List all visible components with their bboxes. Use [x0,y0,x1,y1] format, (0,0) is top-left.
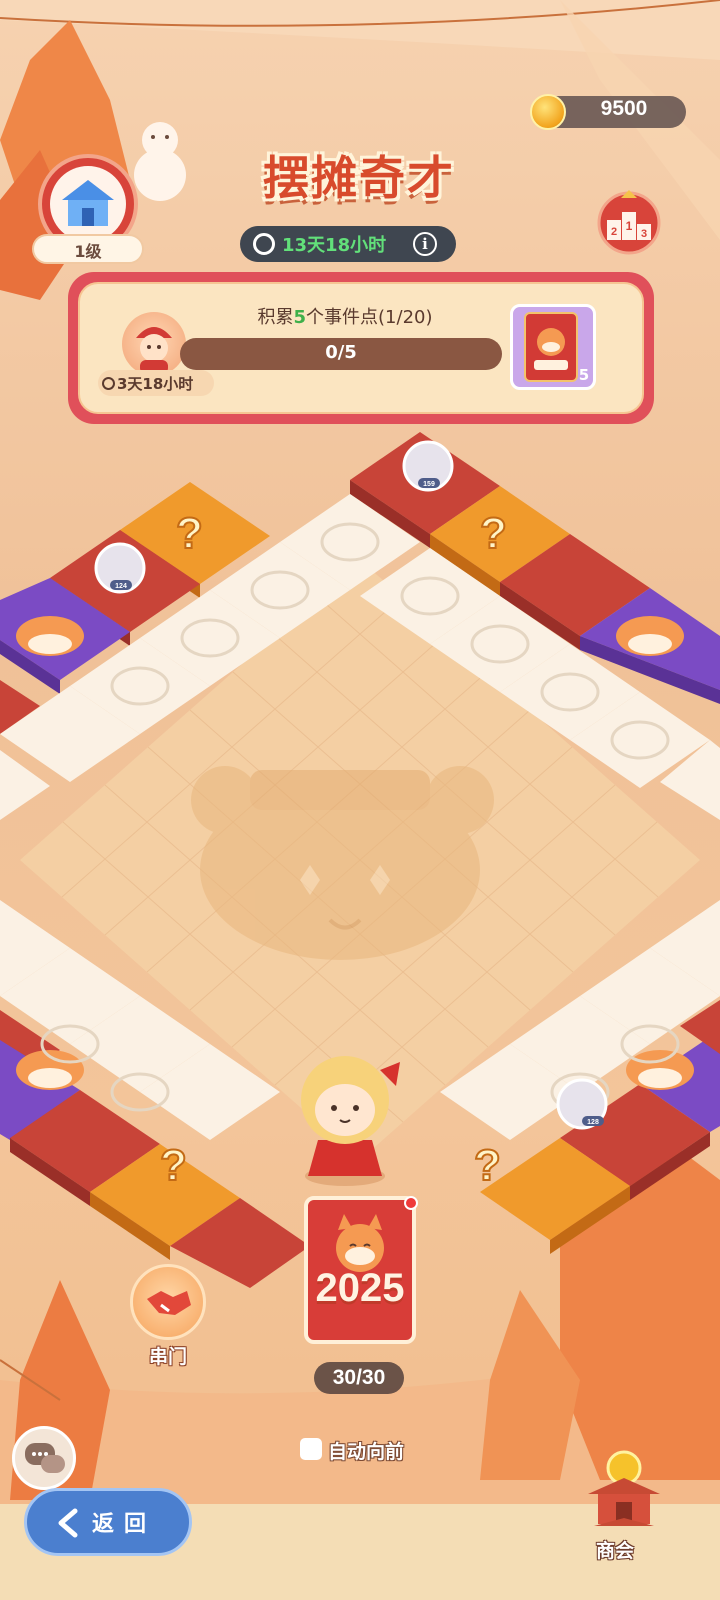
podium-badge-icon[interactable]: 2 1 3 [594,186,664,256]
auto-advance-label[interactable]: 自动向前 [328,1437,404,1464]
rank-place-2: 2 [611,226,617,238]
player-marker-1[interactable]: 159 [402,440,454,492]
level-label: 1级 [74,242,102,261]
deck-count: 30/30 [332,1366,386,1389]
game-scene: ? ? ? ? 159 124 128 9500 摆摊奇才 13天18小时 i … [0,0,720,1600]
player-marker-3[interactable]: 128 [556,1078,608,1130]
svg-text:?: ? [474,1141,501,1190]
player-marker-count: 124 [115,583,127,590]
svg-text:?: ? [160,1141,187,1190]
rank-place-1: 1 [626,219,633,233]
player-marker-2[interactable]: 124 [94,542,146,594]
house-icon [50,166,126,242]
info-button[interactable]: i [413,232,437,256]
chat-bubbles-icon [25,1443,65,1473]
chat-button[interactable] [12,1426,76,1490]
visit-button[interactable] [130,1264,206,1340]
pagoda-icon[interactable] [576,1446,672,1542]
guild-label[interactable]: 商会 [596,1536,634,1563]
coin-value: 9500 [600,97,648,120]
back-label[interactable]: 返回 [92,1506,156,1538]
clock-icon [253,233,275,255]
event-timer: 3天18小时 [102,373,193,394]
rank-place-3: 3 [641,228,647,240]
player-marker-count: 159 [423,481,435,488]
handshake-icon [147,1291,191,1315]
event-progress-text: 0/5 [325,342,357,363]
svg-text:?: ? [176,509,203,558]
visit-label[interactable]: 串门 [130,1342,206,1369]
event-reward-count: 5 [578,366,590,384]
page-title: 摆摊奇才 [263,151,455,205]
event-avatar [122,312,186,376]
auto-advance-checkbox[interactable] [300,1438,322,1460]
back-arrow-icon [58,1508,78,1538]
deck-year: 2025 [315,1266,405,1310]
reward-card-icon [524,312,578,382]
event-title: 积累5个事件点(1/20) [257,307,433,328]
svg-text:?: ? [480,509,507,558]
coin-icon [530,94,566,130]
player-marker-count: 128 [587,1119,599,1126]
season-timer: 13天18小时 [282,235,387,256]
notification-dot [404,1196,418,1210]
clock-icon [102,377,115,390]
